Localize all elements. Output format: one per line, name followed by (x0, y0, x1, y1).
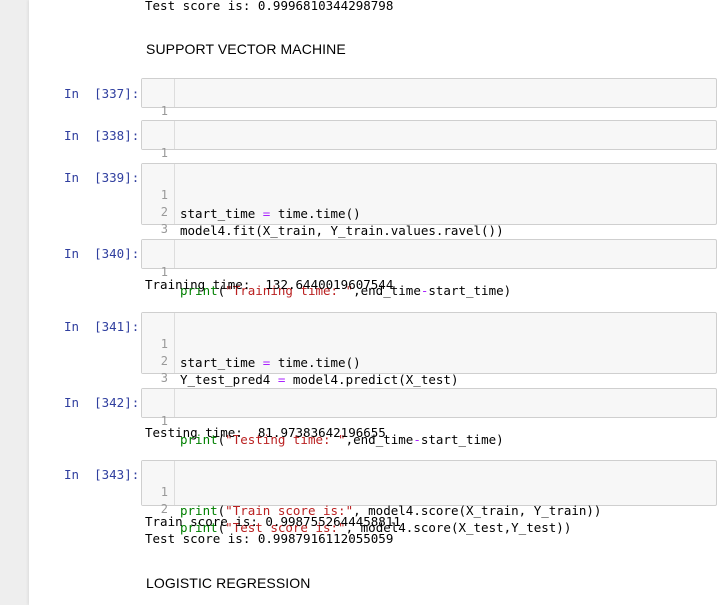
code-cell-input[interactable]: 1 print("Testing time: ",end_time-start_… (141, 388, 717, 447)
code-line: 1 print("Train score is:", model4.score(… (142, 466, 602, 518)
code-cell-input[interactable]: 1 print("Training time: ",end_time-start… (141, 239, 717, 298)
code-cell-input[interactable]: 1 start_time = time.time() 2 Y_test_pred… (141, 312, 717, 404)
code-line: 1 model4 = SVC(gamma = 'scale') (142, 127, 399, 179)
code-text[interactable]: start_time = time.time() (180, 354, 361, 371)
code-token: start_time) (420, 432, 504, 447)
input-prompt: In [339]: (64, 170, 140, 185)
code-line: 1 print("Testing time: ",end_time-start_… (142, 395, 504, 447)
code-line: 2 Y_test_pred4 = model4.predict(X_test) (142, 335, 459, 387)
code-line: 3 end_time = time.time() (142, 352, 346, 404)
code-line: 1 start_time = time.time() (142, 169, 361, 221)
cell-output-text: Test score is: 0.9996810344298798 (145, 0, 394, 13)
code-text[interactable]: model4.fit(X_train, Y_train.values.ravel… (180, 222, 504, 239)
code-token: start_time) (428, 283, 512, 298)
input-prompt: In [340]: (64, 246, 140, 261)
cell-output-text: Train score is: 0.9987552644458811 (145, 514, 401, 529)
input-prompt: In [342]: (64, 395, 140, 410)
cell-output-text: Training time: 132.6440019607544 (145, 277, 394, 292)
code-cell-input[interactable]: 1 model4 = SVC(gamma = 'scale') (141, 120, 717, 179)
code-token: start_time (180, 206, 263, 221)
line-number: 1 (160, 146, 168, 160)
code-line: 1 start_time = time.time() (142, 318, 361, 370)
line-number: 1 (160, 104, 168, 118)
code-cell-input[interactable]: 1 start_time = time.time() 2 model4.fit(… (141, 163, 717, 255)
code-token: model4.predict(X_test) (285, 372, 459, 387)
input-prompt: In [337]: (64, 86, 140, 101)
input-prompt: In [338]: (64, 128, 140, 143)
code-token: Y_test_pred4 (180, 372, 278, 387)
code-text[interactable]: start_time = time.time() (180, 205, 361, 222)
code-line: 2 model4.fit(X_train, Y_train.values.rav… (142, 186, 504, 238)
input-prompt: In [343]: (64, 467, 140, 482)
markdown-heading-logistic[interactable]: LOGISTIC REGRESSION (146, 575, 311, 591)
input-prompt: In [341]: (64, 319, 140, 334)
line-number: 3 (160, 371, 168, 385)
code-token: time.time() (270, 206, 361, 221)
line-number: 3 (160, 222, 168, 236)
code-cell-input[interactable]: 1 print("Train score is:", model4.score(… (141, 460, 717, 535)
code-token: model4.fit(X_train, Y_train.values.ravel… (180, 223, 504, 238)
code-line: 2 print("Test score is:", model4.score(X… (142, 483, 572, 535)
cell-output-text: Testing time: 81.97383642196655 (145, 425, 386, 440)
code-line: 1 from sklearn.svm import SVC (142, 85, 383, 137)
code-line: 1 print("Training time: ",end_time-start… (142, 246, 511, 298)
code-line: 3 end_time = time.time() (142, 203, 346, 255)
code-cell-input[interactable]: 1 from sklearn.svm import SVC (141, 78, 717, 137)
markdown-heading-svm[interactable]: SUPPORT VECTOR MACHINE (146, 41, 346, 57)
code-token: start_time (180, 355, 263, 370)
code-token: time.time() (270, 355, 361, 370)
cell-output-text: Test score is: 0.9987916112055059 (145, 531, 394, 546)
code-text[interactable]: Y_test_pred4 = model4.predict(X_test) (180, 371, 458, 388)
code-token: - (413, 432, 421, 447)
